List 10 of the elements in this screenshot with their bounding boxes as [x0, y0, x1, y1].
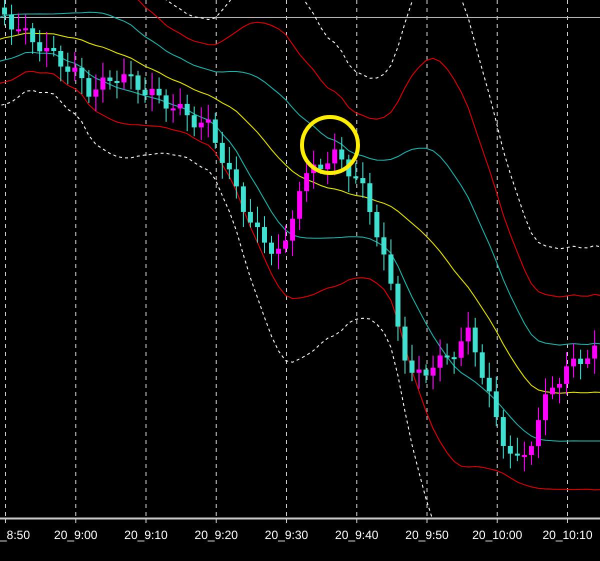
time-axis-label: 20_9:30	[264, 527, 308, 544]
time-axis-label: 20_9:40	[335, 527, 378, 544]
highlight-circle	[300, 115, 360, 175]
time-axis-label: 20_9:00	[54, 527, 98, 544]
time-axis-label: 20_9:50	[405, 527, 449, 544]
time-axis-label: 20_9:10	[124, 527, 168, 544]
time-axis-label: 20_9:20	[194, 527, 238, 544]
time-axis-label: _8:50	[0, 527, 30, 544]
time-axis-label: 20_10:10	[542, 527, 593, 544]
time-axis-label: 20_10:00	[472, 527, 522, 544]
